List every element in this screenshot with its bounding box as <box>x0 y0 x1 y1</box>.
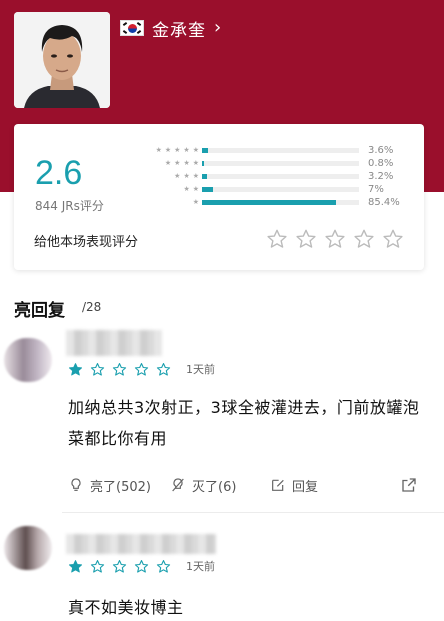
rating-card: 2.6 844 JRs评分 ★★★★★ 3.6% ★★★★ 0.8% ★★★ 3… <box>14 124 424 270</box>
comment-rating: 1天前 <box>68 558 215 574</box>
user-avatar[interactable] <box>4 526 52 570</box>
comment-time: 1天前 <box>186 363 215 376</box>
edit-icon <box>272 479 284 491</box>
dislike-label: 灭了(6) <box>192 479 237 495</box>
username-blurred[interactable] <box>66 534 216 554</box>
star-outline-icon[interactable] <box>382 228 404 250</box>
average-score: 2.6 <box>35 154 83 192</box>
distribution-row-3: ★★★ 3.2% <box>154 170 414 183</box>
distribution-percent: 3.2% <box>368 171 394 182</box>
section-count: /28 <box>82 300 102 314</box>
comment-text: 真不如美妆博主 <box>68 598 184 617</box>
rate-stars-input[interactable] <box>266 228 411 250</box>
star-outline-icon[interactable] <box>324 228 346 250</box>
comment-rating: 1天前 <box>68 361 215 377</box>
two-dots-icon: ★★ <box>183 185 202 193</box>
distribution-percent: 85.4% <box>368 197 400 208</box>
star-outline-icon <box>112 559 127 573</box>
chevron-right-icon: › <box>214 16 222 38</box>
star-outline-icon <box>112 362 127 376</box>
distribution-row-5: ★★★★★ 3.6% <box>154 144 414 157</box>
three-dots-icon: ★★★ <box>174 172 202 180</box>
distribution-bar <box>202 148 208 153</box>
distribution-row-1: ★ 85.4% <box>154 196 414 209</box>
south-korea-flag-icon <box>120 20 144 36</box>
comment-item: 1天前 加纳总共3次射正，3球全被灌进去，门前放罐泡菜都比你有用 亮了(502)… <box>0 330 444 510</box>
distribution-bar <box>202 161 204 166</box>
star-outline-icon <box>156 362 171 376</box>
lightbulb-off-icon <box>172 478 184 492</box>
username-blurred[interactable] <box>66 330 162 356</box>
rating-distribution: ★★★★★ 3.6% ★★★★ 0.8% ★★★ 3.2% ★★ 7% ★ 85… <box>154 144 414 209</box>
star-outline-icon <box>90 559 105 573</box>
distribution-percent: 7% <box>368 184 384 195</box>
dislike-button[interactable]: 灭了(6) <box>170 474 236 496</box>
comment-time: 1天前 <box>186 560 215 573</box>
star-outline-icon <box>90 362 105 376</box>
lightbulb-icon <box>71 478 81 491</box>
rate-prompt: 给他本场表现评分 <box>34 235 139 250</box>
like-button[interactable]: 亮了(502) <box>68 474 151 496</box>
distribution-bar <box>202 200 337 205</box>
distribution-row-4: ★★★★ 0.8% <box>154 157 414 170</box>
share-icon[interactable] <box>400 476 418 494</box>
distribution-percent: 3.6% <box>368 145 394 156</box>
player-avatar <box>14 12 110 108</box>
distribution-bar <box>202 174 208 179</box>
star-outline-icon[interactable] <box>353 228 375 250</box>
five-dots-icon: ★★★★★ <box>155 146 202 154</box>
player-name: 金承奎 <box>152 20 206 41</box>
distribution-row-2: ★★ 7% <box>154 183 414 196</box>
player-photo-icon <box>14 12 110 108</box>
comment-item: 1天前 真不如美妆博主 <box>0 520 444 621</box>
distribution-percent: 0.8% <box>368 158 394 169</box>
star-outline-icon[interactable] <box>266 228 288 250</box>
star-outline-icon <box>156 559 171 573</box>
comment-text: 加纳总共3次射正，3球全被灌进去，门前放罐泡菜都比你有用 <box>68 398 420 448</box>
reply-label: 回复 <box>292 479 319 495</box>
star-outline-icon[interactable] <box>295 228 317 250</box>
star-filled-icon <box>68 362 83 375</box>
rating-count: 844 JRs评分 <box>35 199 104 213</box>
distribution-bar <box>202 187 213 192</box>
star-outline-icon <box>134 362 149 376</box>
one-dot-icon: ★ <box>192 198 202 206</box>
reply-button[interactable]: 回复 <box>270 474 318 496</box>
star-outline-icon <box>134 559 149 573</box>
four-dots-icon: ★★★★ <box>164 159 202 167</box>
section-title: 亮回复 <box>14 301 65 321</box>
player-name-row[interactable]: 金承奎 › <box>120 16 222 41</box>
star-filled-icon <box>68 559 83 572</box>
comment-divider <box>62 512 444 513</box>
like-label: 亮了(502) <box>90 479 151 495</box>
comment-actions: 亮了(502) 灭了(6) 回复 <box>68 474 418 496</box>
user-avatar[interactable] <box>4 338 52 382</box>
